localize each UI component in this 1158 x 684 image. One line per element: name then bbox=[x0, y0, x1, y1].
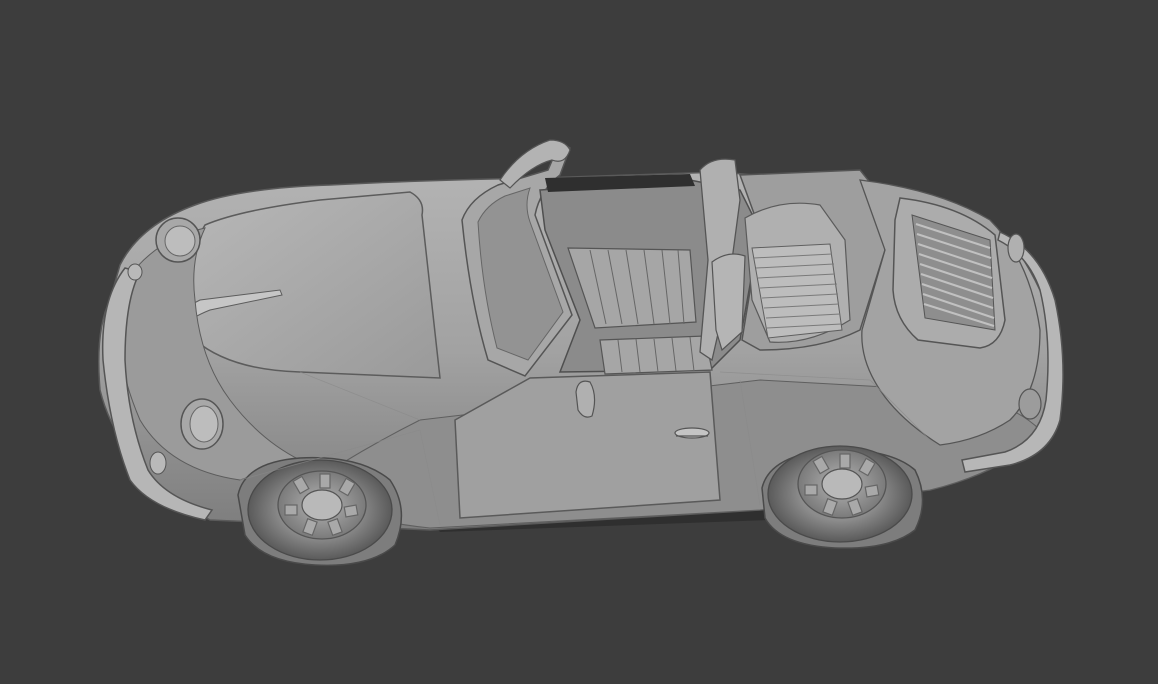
headlight-bottom-lens bbox=[189, 405, 219, 443]
side-mirror bbox=[575, 380, 596, 418]
tail-light bbox=[1018, 388, 1042, 420]
headlight-top-lens bbox=[164, 225, 196, 257]
tail-light-top bbox=[1007, 233, 1025, 263]
front-hood bbox=[178, 191, 441, 379]
rear-cushion bbox=[751, 243, 843, 339]
front-indicator bbox=[149, 451, 167, 475]
rear-wheel bbox=[761, 445, 924, 549]
car-model[interactable] bbox=[0, 0, 1158, 684]
3d-viewport[interactable] bbox=[0, 0, 1158, 684]
front-indicator-top bbox=[127, 263, 143, 281]
